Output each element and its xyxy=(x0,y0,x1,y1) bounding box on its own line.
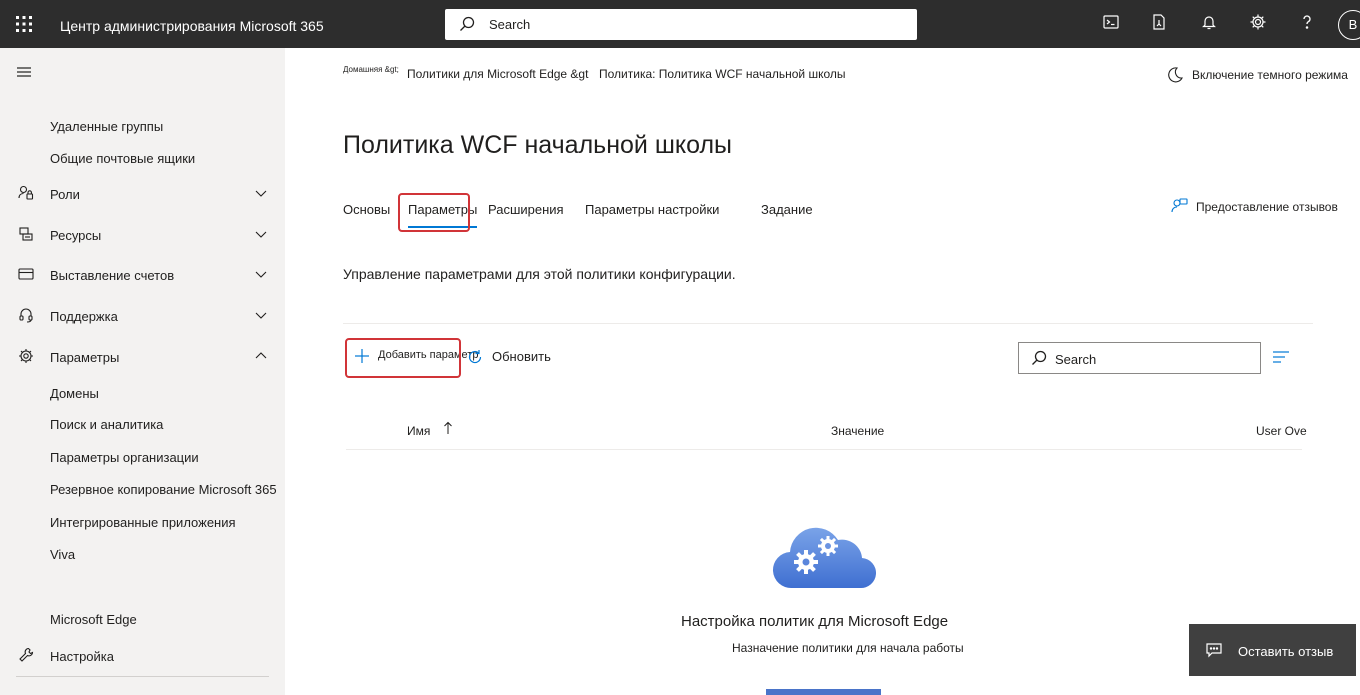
sidebar-item-label: Параметры организации xyxy=(50,450,199,465)
settings-icon[interactable] xyxy=(1249,13,1269,33)
chevron-down-icon xyxy=(255,308,267,320)
moon-icon xyxy=(1166,66,1184,87)
chevron-down-icon xyxy=(255,267,267,279)
sidebar-item-label: Резервное копирование Microsoft 365 xyxy=(50,482,277,497)
sidebar-item-label: Общие почтовые ящики xyxy=(50,151,196,166)
sidebar-item-label: Домены xyxy=(50,386,99,401)
sidebar-item-deleted-groups[interactable]: Удаленные группы xyxy=(0,111,285,141)
gear-icon xyxy=(18,348,34,364)
tab-extensions[interactable]: Расширения xyxy=(488,202,564,217)
sidebar-item-label: Удаленные группы xyxy=(50,119,164,134)
sidebar-item-label: Настройка xyxy=(50,649,114,664)
wrench-icon xyxy=(18,647,34,663)
sidebar-item-support[interactable]: Поддержка xyxy=(0,301,285,331)
list-search-input[interactable]: Search xyxy=(1018,342,1261,374)
document-share-icon[interactable] xyxy=(1150,13,1170,33)
top-bar: Центр администрирования Microsoft 365 Se… xyxy=(0,0,1360,48)
sidebar-item-roles[interactable]: Роли xyxy=(0,179,285,209)
sidebar-item-resources[interactable]: Ресурсы xyxy=(0,220,285,250)
breadcrumb-edge-policies[interactable]: Политики для Microsoft Edge &gt xyxy=(407,67,588,81)
app-launcher-icon[interactable] xyxy=(14,14,34,34)
feedback-person-icon xyxy=(1170,197,1188,218)
resources-icon xyxy=(18,226,34,242)
filter-icon[interactable] xyxy=(1272,350,1290,369)
tab-customization[interactable]: Параметры настройки xyxy=(585,202,719,217)
sidebar-item-label: Поиск и аналитика xyxy=(50,417,164,432)
sidebar-item-label: Выставление счетов xyxy=(50,268,175,283)
sidebar-item-viva[interactable]: Viva xyxy=(0,539,285,569)
sidebar-divider xyxy=(16,676,269,677)
sidebar-item-backup[interactable]: Резервное копирование Microsoft 365 xyxy=(0,474,285,504)
highlight-box-settings-tab xyxy=(398,193,470,232)
chevron-up-icon xyxy=(255,349,267,361)
search-icon xyxy=(1031,350,1047,371)
sidebar-item-microsoft-edge[interactable]: Microsoft Edge xyxy=(0,604,285,634)
sidebar-item-label: Viva xyxy=(50,547,76,562)
empty-state-subtitle: Назначение политики для начала работы xyxy=(732,641,964,655)
chevron-down-icon xyxy=(255,186,267,198)
help-icon[interactable] xyxy=(1298,13,1318,33)
breadcrumb-home[interactable]: Домашняя &gt; xyxy=(343,65,399,74)
tab-basics[interactable]: Основы xyxy=(343,202,390,217)
app-title[interactable]: Центр администрирования Microsoft 365 xyxy=(60,18,324,34)
leave-feedback-button[interactable]: Оставить отзыв xyxy=(1189,624,1356,676)
refresh-label: Обновить xyxy=(492,349,551,364)
sidebar-item-settings[interactable]: Параметры xyxy=(0,342,285,372)
search-icon xyxy=(459,16,475,37)
sidebar-item-setup[interactable]: Настройка xyxy=(0,641,285,671)
leave-feedback-label: Оставить отзыв xyxy=(1238,644,1334,659)
sidebar-item-integrated-apps[interactable]: Интегрированные приложения xyxy=(0,507,285,537)
global-search-input[interactable]: Search xyxy=(445,9,917,40)
dark-mode-label: Включение темного режима xyxy=(1192,68,1348,82)
sidebar-item-search-intelligence[interactable]: Поиск и аналитика xyxy=(0,409,285,439)
sidebar-item-label: Параметры xyxy=(50,350,120,365)
breadcrumb-current: Политика: Политика WCF начальной школы xyxy=(599,67,846,81)
header-divider xyxy=(346,449,1302,450)
highlight-box-add-setting xyxy=(345,338,461,378)
cloud-gears-icon xyxy=(772,524,877,590)
assign-policy-button[interactable] xyxy=(766,689,881,695)
sidebar-item-label: Роли xyxy=(50,187,80,202)
sidebar-item-label: Ресурсы xyxy=(50,228,102,243)
section-divider xyxy=(343,323,1313,324)
column-header-value[interactable]: Значение xyxy=(831,424,884,438)
column-header-name[interactable]: Имя xyxy=(407,424,430,438)
empty-state-title: Настройка политик для Microsoft Edge xyxy=(681,613,949,630)
sidebar-item-shared-mailboxes[interactable]: Общие почтовые ящики xyxy=(0,143,285,173)
column-header-name-label: Имя xyxy=(407,424,431,438)
sidebar-item-billing[interactable]: Выставление счетов xyxy=(0,260,285,290)
terminal-icon[interactable] xyxy=(1102,13,1122,33)
chevron-down-icon xyxy=(255,227,267,239)
description-text: Управление параметрами для этой политики… xyxy=(343,266,736,282)
sort-ascending-icon[interactable] xyxy=(443,421,453,438)
chat-feedback-icon xyxy=(1205,641,1223,664)
roles-icon xyxy=(18,185,34,201)
headset-icon xyxy=(18,307,34,323)
sidebar: Удаленные группы Общие почтовые ящики Ро… xyxy=(0,48,285,695)
list-search-placeholder: Search xyxy=(1055,352,1097,367)
avatar[interactable]: B xyxy=(1338,10,1360,40)
sidebar-item-label: Microsoft Edge xyxy=(50,612,137,627)
feedback-link-label: Предоставление отзывов xyxy=(1196,200,1338,214)
sidebar-item-domains[interactable]: Домены xyxy=(0,378,285,408)
sidebar-item-label: Поддержка xyxy=(50,309,118,324)
search-placeholder: Search xyxy=(489,17,531,32)
sidebar-item-label: Интегрированные приложения xyxy=(50,515,236,530)
hamburger-menu-icon[interactable] xyxy=(16,65,32,84)
billing-icon xyxy=(18,266,34,282)
column-header-user-override[interactable]: User Ove xyxy=(1256,424,1307,438)
tab-assignment[interactable]: Задание xyxy=(761,202,813,217)
page-title: Политика WCF начальной школы xyxy=(343,131,733,159)
refresh-icon xyxy=(466,348,484,371)
bell-icon[interactable] xyxy=(1200,13,1220,33)
sidebar-item-org-settings[interactable]: Параметры организации xyxy=(0,442,285,472)
